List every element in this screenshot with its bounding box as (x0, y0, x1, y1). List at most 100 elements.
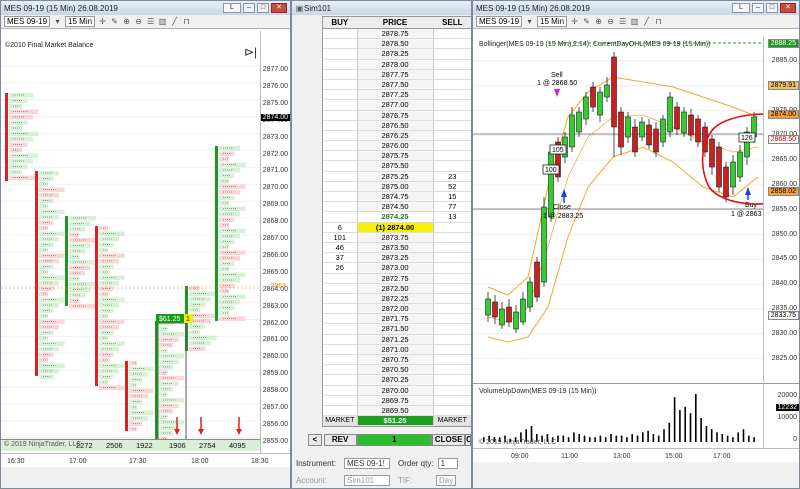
dom-buy-cell[interactable] (323, 386, 357, 395)
right-instrument-selector[interactable]: MES 09-19 (476, 16, 523, 27)
dom-sell-cell[interactable] (434, 39, 471, 48)
dom-sell-cell[interactable] (434, 151, 471, 160)
dom-sell-cell[interactable] (434, 111, 471, 120)
dom-buy-cell[interactable]: 37 (323, 253, 357, 262)
dom-sell-cell[interactable] (434, 233, 471, 242)
dom-buy-cell[interactable]: 26 (323, 263, 357, 272)
dom-sell-cell[interactable] (434, 100, 471, 109)
right-close-icon[interactable]: ✕ (780, 3, 796, 13)
right-properties-icon[interactable]: ☰ (618, 17, 627, 26)
dom-buy-cell[interactable] (323, 294, 357, 303)
prev-button[interactable]: < (308, 434, 322, 446)
left-chart-titlebar[interactable]: MES 09-19 (15 Min) 26.08.2019 L – □ ✕ (1, 1, 290, 15)
dom-buy-cell[interactable] (323, 90, 357, 99)
dom-buy-cell[interactable] (323, 172, 357, 181)
dom-buy-cell[interactable] (323, 131, 357, 140)
minimize-icon[interactable]: – (243, 3, 255, 13)
dom-sell-cell[interactable]: 15 (434, 192, 471, 201)
dom-sell-cell[interactable] (434, 375, 471, 384)
left-chart-plot[interactable]: ©2010 Final Market Balance ⊳| $61.25 1 28… (1, 31, 290, 456)
dom-sell-cell[interactable] (434, 80, 471, 89)
dom-buy-cell[interactable] (323, 29, 357, 38)
dom-buy-cell[interactable] (323, 355, 357, 364)
dom-buy-cell[interactable] (323, 284, 357, 293)
dom-sell-cell[interactable]: 23 (434, 172, 471, 181)
zoom-in-icon[interactable]: ⊕ (122, 17, 131, 26)
dom-buy-cell[interactable] (323, 314, 357, 323)
dom-sell-cell[interactable] (434, 335, 471, 344)
right-timeframe-selector[interactable]: 15 Min (537, 16, 568, 27)
dom-sell-cell[interactable] (434, 60, 471, 69)
dom-sell-cell[interactable] (434, 406, 471, 415)
dom-sell-cell[interactable] (434, 304, 471, 313)
right-chart-plot[interactable]: Bollinger(MES 09-19 (15 Min),2,14), Curr… (473, 37, 799, 382)
right-minimize-icon[interactable]: – (752, 3, 764, 13)
next-button[interactable]: C (465, 434, 471, 446)
dom-sell-cell[interactable]: 13 (434, 212, 471, 221)
dom-titlebar[interactable]: ▣ Sim101 (292, 1, 471, 15)
magnet-icon[interactable]: ⊓ (182, 17, 191, 26)
close-icon[interactable]: ✕ (271, 3, 287, 13)
dom-buy-cell[interactable] (323, 304, 357, 313)
dom-buy-cell[interactable] (323, 182, 357, 191)
dom-buy-cell[interactable] (323, 375, 357, 384)
right-magnet-icon[interactable]: ⊓ (654, 17, 663, 26)
dom-sell-cell[interactable] (434, 396, 471, 405)
dom-buy-cell[interactable] (323, 39, 357, 48)
market-buy-button[interactable]: MARKET (323, 416, 357, 425)
dom-sell-cell[interactable] (434, 365, 471, 374)
zoom-out-icon[interactable]: ⊖ (134, 17, 143, 26)
dom-sell-cell[interactable] (434, 263, 471, 272)
dom-buy-cell[interactable] (323, 396, 357, 405)
right-chart-style-icon[interactable]: ▥ (630, 17, 639, 26)
pencil-icon[interactable]: ✎ (110, 17, 119, 26)
dom-buy-cell[interactable] (323, 365, 357, 374)
dom-buy-cell[interactable] (323, 212, 357, 221)
right-crosshair-icon[interactable]: ✛ (570, 17, 579, 26)
dom-buy-cell[interactable] (323, 345, 357, 354)
dom-buy-cell[interactable] (323, 274, 357, 283)
tif-field[interactable]: Day (436, 475, 456, 486)
chevron-down-icon[interactable]: ▾ (53, 17, 62, 26)
reverse-button[interactable]: REV (323, 434, 357, 446)
dom-buy-cell[interactable] (323, 335, 357, 344)
account-field[interactable]: Sim101 (344, 475, 390, 486)
dom-buy-cell[interactable] (323, 141, 357, 150)
right-zoom-in-icon[interactable]: ⊕ (594, 17, 603, 26)
dom-buy-cell[interactable] (323, 161, 357, 170)
quantity-display[interactable]: 1 (356, 434, 433, 446)
maximize-icon[interactable]: □ (257, 3, 269, 13)
dom-buy-cell[interactable] (323, 49, 357, 58)
dom-sell-cell[interactable] (434, 161, 471, 170)
dom-sell-cell[interactable] (434, 29, 471, 38)
dom-sell-cell[interactable] (434, 355, 471, 364)
dom-buy-cell[interactable] (323, 70, 357, 79)
instrument-field[interactable]: MES 09-1! (344, 458, 390, 469)
dom-sell-cell[interactable] (434, 141, 471, 150)
right-chevron-down-icon[interactable]: ▾ (525, 17, 534, 26)
dom-sell-cell[interactable] (434, 284, 471, 293)
dom-sell-cell[interactable] (434, 253, 471, 262)
dom-sell-cell[interactable] (434, 324, 471, 333)
right-zoom-out-icon[interactable]: ⊖ (606, 17, 615, 26)
drawing-tool-icon[interactable]: ╱ (170, 17, 179, 26)
order-qty-field[interactable]: 1 (437, 458, 458, 469)
instrument-selector[interactable]: MES 09-19 (4, 16, 51, 27)
dom-sell-cell[interactable] (434, 345, 471, 354)
dom-buy-cell[interactable] (323, 121, 357, 130)
right-price-axis[interactable]: 2885.002880.002875.002870.002865.002860.… (763, 37, 799, 382)
right-l-button[interactable]: L (732, 3, 750, 13)
timeframe-selector[interactable]: 15 Min (65, 16, 96, 27)
left-price-axis[interactable]: 2877.00 2876.00 2875.00 2874.00 2873.00 2872.… (260, 31, 290, 456)
properties-icon[interactable]: ☰ (146, 17, 155, 26)
dom-buy-cell[interactable] (323, 406, 357, 415)
dom-buy-cell[interactable] (323, 192, 357, 201)
dom-sell-cell[interactable] (434, 49, 471, 58)
dom-buy-cell[interactable] (323, 202, 357, 211)
dom-sell-cell[interactable] (434, 121, 471, 130)
volume-axis[interactable]: 20000 10000 0 12232 (763, 384, 799, 448)
dom-sell-cell[interactable] (434, 294, 471, 303)
l-button[interactable]: L (223, 3, 241, 13)
dom-sell-cell[interactable]: 52 (434, 182, 471, 191)
dom-buy-cell[interactable] (323, 151, 357, 160)
